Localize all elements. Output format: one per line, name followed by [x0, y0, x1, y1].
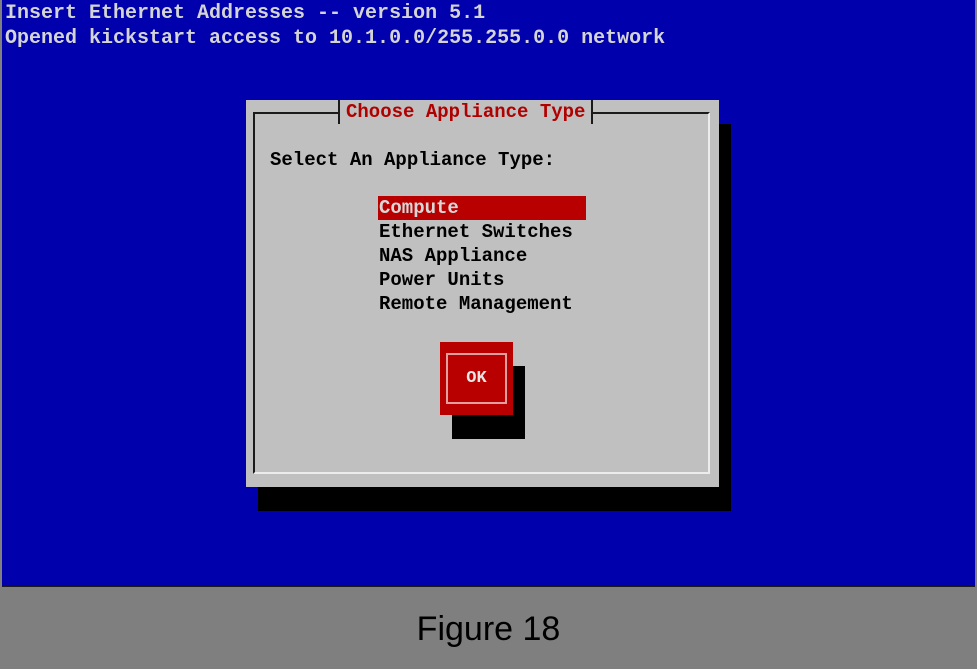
dialog-title: Choose Appliance Type: [338, 100, 594, 124]
list-item-remote-management[interactable]: Remote Management: [378, 292, 586, 316]
list-item-power-units[interactable]: Power Units: [378, 268, 586, 292]
appliance-list[interactable]: Compute Ethernet Switches NAS Appliance …: [378, 196, 586, 316]
header-status: Opened kickstart access to 10.1.0.0/255.…: [5, 27, 666, 50]
figure-caption: Figure 18: [416, 610, 561, 648]
dialog-prompt: Select An Appliance Type:: [270, 149, 556, 171]
ok-button-label: OK: [446, 353, 507, 404]
header-title: Insert Ethernet Addresses -- version 5.1: [5, 2, 486, 25]
list-item-compute[interactable]: Compute: [378, 196, 586, 220]
list-item-ethernet-switches[interactable]: Ethernet Switches: [378, 220, 586, 244]
list-item-nas-appliance[interactable]: NAS Appliance: [378, 244, 586, 268]
ok-button[interactable]: OK: [440, 342, 513, 415]
